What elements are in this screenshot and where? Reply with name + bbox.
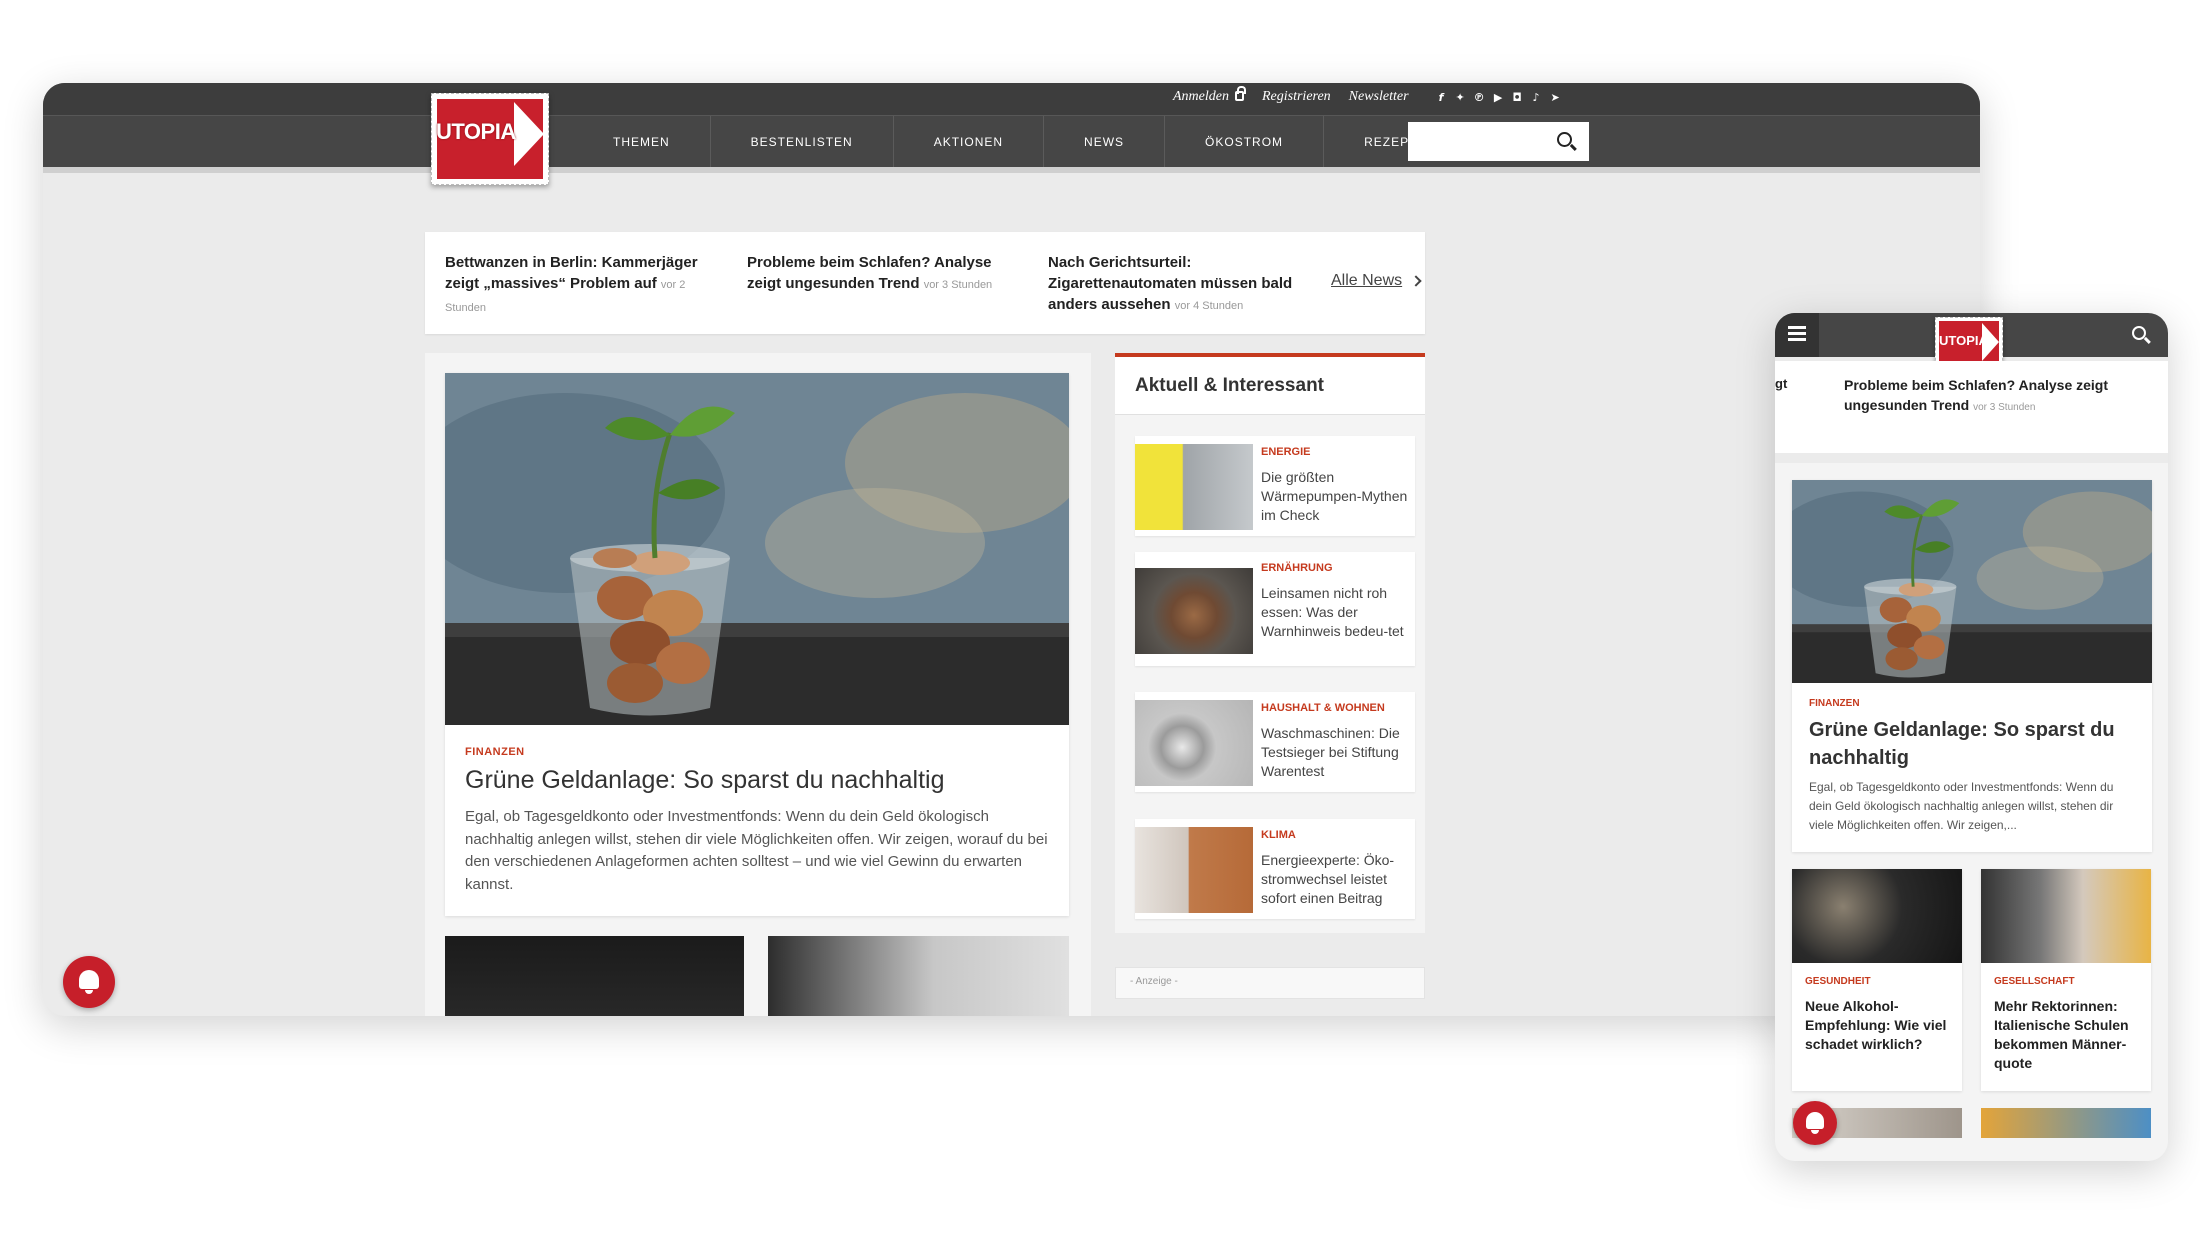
notification-bell-button[interactable] — [63, 956, 115, 1008]
ticker-item[interactable]: Probleme beim Schlafen? Analyse zeigt un… — [1844, 375, 2144, 418]
coin-jar-illustration — [445, 373, 1069, 725]
sidebar-article[interactable]: KLIMA Energieexperte: Öko-stromwechsel l… — [1135, 819, 1415, 919]
pinterest-icon[interactable]: ℗ — [1473, 91, 1486, 104]
article-thumbnail — [1135, 444, 1253, 530]
nav-item-themen[interactable]: THEMEN — [588, 116, 711, 167]
news-ticker: gt Probleme beim Schlafen? Analyse zeigt… — [1775, 361, 2168, 453]
sidebar-heading: Aktuell & Interessant — [1115, 357, 1425, 415]
article-thumbnail — [1135, 827, 1253, 913]
utopia-logo[interactable]: UTOPIA — [431, 93, 549, 185]
article-card[interactable]: GESELLSCHAFT Mehr Rektorinnen: Italienis… — [1981, 869, 2151, 1091]
site-header: Anmelden Registrieren Newsletter f ✦ ℗ ▶… — [43, 83, 1980, 185]
news-ticker: Bettwanzen in Berlin: Kammerjäger zeigt … — [425, 232, 1425, 334]
hero-title[interactable]: Grüne Geldanlage: So sparst du nachhalti… — [1809, 716, 2139, 772]
bell-icon — [79, 970, 99, 994]
sidebar-article[interactable]: ERNÄHRUNG Leinsamen nicht roh essen: Was… — [1135, 552, 1415, 666]
article-thumbnail — [1135, 700, 1253, 786]
hero-article[interactable]: FINANZEN Grüne Geldanlage: So sparst du … — [1792, 480, 2152, 852]
all-news-link[interactable]: Alle News — [1331, 272, 1422, 290]
hero-article[interactable]: FINANZEN Grüne Geldanlage: So sparst du … — [445, 373, 1069, 916]
ticker-item[interactable]: Bettwanzen in Berlin: Kammerjäger zeigt … — [445, 252, 710, 319]
article-thumbnail[interactable] — [445, 936, 744, 1016]
register-link[interactable]: Registrieren — [1262, 89, 1331, 105]
article-thumbnail[interactable] — [1981, 1108, 2151, 1138]
nav-item-aktionen[interactable]: AKTIONEN — [894, 116, 1045, 167]
social-icons: f ✦ ℗ ▶ ◘ ♪ ➤ — [1435, 91, 1562, 104]
youtube-icon[interactable]: ▶ — [1492, 91, 1505, 104]
article-thumbnail[interactable] — [768, 936, 1069, 1016]
ad-slot: - Anzeige - — [1115, 967, 1425, 999]
nav-item-oekostrom[interactable]: ÖKOSTROM — [1165, 116, 1325, 167]
nav-item-bestenlisten[interactable]: BESTENLISTEN — [711, 116, 894, 167]
hero-category[interactable]: FINANZEN — [465, 746, 525, 758]
hero-teaser: Egal, ob Tagesgeldkonto oder Investmentf… — [465, 808, 1048, 893]
notification-bell-button[interactable] — [1793, 1101, 1837, 1145]
main-content: FINANZEN Grüne Geldanlage: So sparst du … — [425, 353, 1091, 1016]
coin-jar-illustration — [1792, 480, 2152, 683]
instagram-icon[interactable]: ◘ — [1511, 91, 1524, 104]
sidebar-article[interactable]: HAUSHALT & WOHNEN Waschmaschinen: Die Te… — [1135, 692, 1415, 792]
main-nav: THEMEN BESTENLISTEN AKTIONEN NEWS ÖKOSTR… — [588, 116, 1466, 167]
article-thumbnail — [1792, 869, 1962, 963]
bell-icon — [1806, 1112, 1824, 1134]
nav-item-news[interactable]: NEWS — [1044, 116, 1166, 167]
sidebar-article[interactable]: ENERGIE Die größten Wärmepumpen-Mythen i… — [1135, 436, 1415, 536]
article-card[interactable]: GESUNDHEIT Neue Alkohol-Empfehlung: Wie … — [1792, 869, 1962, 1091]
desktop-browser-frame: Anmelden Registrieren Newsletter f ✦ ℗ ▶… — [43, 83, 1980, 1016]
ticker-item-fragment[interactable]: gt — [1775, 376, 1787, 391]
header-topbar — [43, 83, 1980, 116]
logo-text: UTOPIA — [1939, 333, 1988, 348]
menu-button[interactable] — [1775, 313, 1819, 357]
telegram-icon[interactable]: ➤ — [1549, 91, 1562, 104]
hero-category[interactable]: FINANZEN — [1809, 698, 1860, 709]
search-icon[interactable] — [2132, 326, 2146, 340]
ticker-item[interactable]: Probleme beim Schlafen? Analyse zeigt un… — [747, 252, 1012, 296]
twitter-icon[interactable]: ✦ — [1454, 91, 1467, 104]
mobile-device-frame: UTOPIA gt Probleme beim Schlafen? Analys… — [1775, 313, 2168, 1161]
lock-icon — [1234, 86, 1246, 101]
hero-image — [445, 373, 1069, 725]
main-content: FINANZEN Grüne Geldanlage: So sparst du … — [1775, 463, 2168, 1161]
mockup-stage: Anmelden Registrieren Newsletter f ✦ ℗ ▶… — [0, 0, 2200, 1238]
chevron-right-icon — [1410, 275, 1422, 287]
sidebar-aktuell: Aktuell & Interessant ENERGIE Die größte… — [1115, 353, 1425, 933]
article-thumbnail — [1135, 568, 1253, 654]
top-links: Anmelden Registrieren Newsletter f ✦ ℗ ▶… — [1173, 86, 1562, 105]
article-thumbnail — [1981, 869, 2151, 963]
search-icon[interactable] — [1557, 132, 1572, 147]
hamburger-menu-icon — [1788, 326, 1806, 329]
logo-arrow-icon — [514, 102, 544, 166]
newsletter-link[interactable]: Newsletter — [1349, 89, 1409, 105]
hero-image — [1792, 480, 2152, 683]
facebook-icon[interactable]: f — [1435, 91, 1448, 104]
tiktok-icon[interactable]: ♪ — [1530, 91, 1543, 104]
hero-title[interactable]: Grüne Geldanlage: So sparst du nachhalti… — [465, 766, 944, 795]
hero-teaser: Egal, ob Tagesgeldkonto oder Investmentf… — [1809, 780, 2114, 832]
search-input[interactable] — [1408, 122, 1589, 161]
logo-text: UTOPIA — [436, 119, 516, 144]
ticker-item[interactable]: Nach Gerichtsurteil: Zigarettenautomaten… — [1048, 252, 1313, 317]
login-link[interactable]: Anmelden — [1173, 86, 1246, 105]
